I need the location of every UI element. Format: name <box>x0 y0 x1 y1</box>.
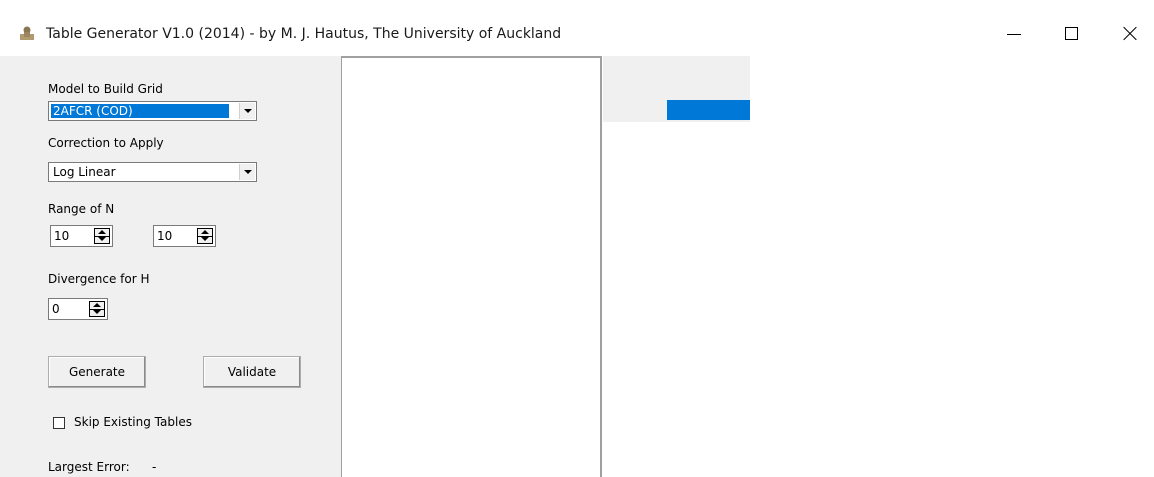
correction-select[interactable]: Log Linear <box>48 162 257 182</box>
divergence-label: Divergence for H <box>48 272 150 286</box>
correction-selected-value: Log Linear <box>53 165 116 179</box>
spin-arrows-icon[interactable] <box>89 301 105 317</box>
generate-button[interactable]: Generate <box>48 356 146 388</box>
close-icon <box>1123 27 1137 41</box>
control-panel: Model to Build Grid 2AFCR (COD) Correcti… <box>0 56 341 477</box>
title-bar[interactable]: Table Generator V1.0 (2014) - by M. J. H… <box>0 12 1154 56</box>
largest-error-value: - <box>152 460 157 474</box>
model-selected-value: 2AFCR (COD) <box>51 104 229 118</box>
spin-arrows-icon[interactable] <box>197 228 213 244</box>
divergence-spinner[interactable]: 0 <box>48 298 108 320</box>
range-n-label: Range of N <box>48 202 115 216</box>
maximize-button[interactable] <box>1049 12 1095 56</box>
range-n-max-value: 10 <box>157 229 173 243</box>
table-pane[interactable] <box>603 56 1154 477</box>
maximize-icon <box>1065 27 1078 40</box>
correction-label: Correction to Apply <box>48 136 164 150</box>
app-figure-icon <box>20 26 34 40</box>
range-n-min-value: 10 <box>54 229 70 243</box>
selected-table-cell[interactable] <box>667 100 750 120</box>
model-select[interactable]: 2AFCR (COD) <box>48 101 257 121</box>
chevron-down-icon[interactable] <box>239 164 255 180</box>
largest-error-label: Largest Error: <box>48 460 130 474</box>
skip-existing-checkbox[interactable] <box>53 417 65 429</box>
range-n-min-spinner[interactable]: 10 <box>50 225 113 247</box>
minimize-button[interactable] <box>994 12 1040 56</box>
range-n-max-spinner[interactable]: 10 <box>153 225 216 247</box>
spin-arrows-icon[interactable] <box>94 228 110 244</box>
window-title: Table Generator V1.0 (2014) - by M. J. H… <box>46 26 562 42</box>
skip-existing-label: Skip Existing Tables <box>74 415 192 429</box>
minimize-icon <box>1007 34 1021 35</box>
model-label: Model to Build Grid <box>48 82 163 96</box>
grid-pane[interactable] <box>341 56 602 477</box>
close-button[interactable] <box>1108 12 1154 56</box>
chevron-down-icon[interactable] <box>239 103 255 119</box>
divergence-value: 0 <box>52 302 60 316</box>
validate-button[interactable]: Validate <box>203 356 301 388</box>
